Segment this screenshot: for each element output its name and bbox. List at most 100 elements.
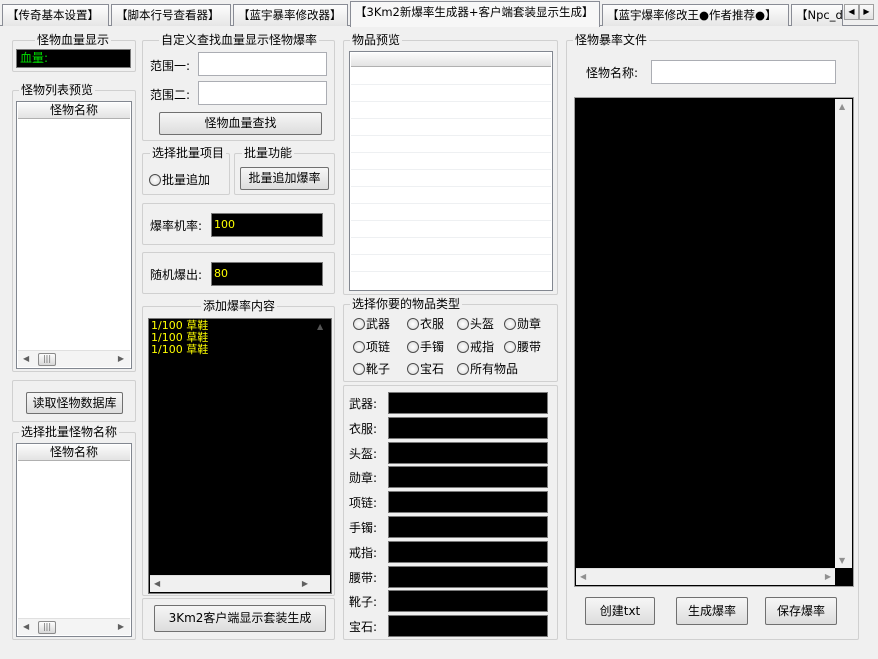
radio-circle-icon[interactable] <box>353 318 365 330</box>
item-field-input[interactable] <box>388 615 548 638</box>
random-drop-panel: 随机爆出: 80 <box>142 252 335 294</box>
item-field-input[interactable] <box>388 540 548 563</box>
scroll-up-icon[interactable]: ▲ <box>839 102 845 111</box>
create-txt-button[interactable]: 创建txt <box>585 597 655 625</box>
read-monster-db-button[interactable]: 读取怪物数据库 <box>26 392 123 414</box>
tab-3km2-rate-generator[interactable]: 【3Km2新爆率生成器+客户端套装显示生成】 <box>350 1 600 27</box>
batch-append-radio[interactable]: 批量追加 <box>149 173 210 187</box>
type-label: 武器 <box>366 317 391 331</box>
random-drop-input[interactable]: 80 <box>211 262 323 286</box>
radio-circle-icon[interactable] <box>353 341 365 353</box>
type-label: 手镯 <box>420 340 445 354</box>
type-radio-belt[interactable]: 腰带 <box>504 340 541 354</box>
type-radio-ring[interactable]: 戒指 <box>457 340 494 354</box>
radio-circle-icon[interactable] <box>504 341 516 353</box>
monster-hp-find-button[interactable]: 怪物血量查找 <box>159 112 322 135</box>
item-field-input[interactable] <box>388 491 548 514</box>
add-content-vscroll[interactable]: ▲ <box>313 320 330 575</box>
scroll-left-icon[interactable]: ◀ <box>154 579 160 588</box>
monster-list[interactable]: 怪物名称 ◀ ||| ▶ <box>16 101 132 369</box>
batch-func-title: 批量功能 <box>242 146 295 160</box>
custom-find-panel: 自定义查找血量显示怪物爆率 范围一: 范围二: 怪物血量查找 <box>142 33 335 141</box>
item-field-input[interactable] <box>388 392 548 414</box>
radio-circle-icon[interactable] <box>407 363 419 375</box>
monster-file-hscroll[interactable]: ◀ ▶ <box>576 568 835 585</box>
scroll-right-icon[interactable]: ▶ <box>825 572 831 581</box>
generate-rate-button[interactable]: 生成爆率 <box>676 597 748 625</box>
radio-circle-icon[interactable] <box>353 363 365 375</box>
type-radio-gem[interactable]: 宝石 <box>407 362 444 376</box>
batch-add-rate-button[interactable]: 批量追加爆率 <box>240 167 329 190</box>
range2-input[interactable] <box>198 81 327 105</box>
add-content-hscroll[interactable]: ◀ ▶ <box>150 575 330 592</box>
scroll-right-icon[interactable]: ▶ <box>302 579 308 588</box>
type-radio-all[interactable]: 所有物品 <box>457 362 518 376</box>
item-types-panel: 选择你要的物品类型 武器 衣服 头盔 勋章 项链 手镯 戒指 腰带 靴子 宝石 … <box>343 297 558 382</box>
monster-file-textarea[interactable]: ▲ ▼ ◀ ▶ <box>574 97 854 587</box>
monster-list-title: 怪物列表预览 <box>19 83 96 97</box>
custom-find-title: 自定义查找血量显示怪物爆率 <box>159 33 320 47</box>
item-field-input[interactable] <box>388 565 548 588</box>
scroll-left-icon[interactable]: ◀ <box>580 572 586 581</box>
monster-file-panel: 怪物暴率文件 怪物名称: ▲ ▼ ◀ ▶ 创建txt 生成爆率 保存爆率 <box>566 33 859 640</box>
type-radio-medal[interactable]: 勋章 <box>504 317 541 331</box>
random-drop-label: 随机爆出: <box>150 268 203 282</box>
type-radio-helmet[interactable]: 头盔 <box>457 317 494 331</box>
save-rate-button[interactable]: 保存爆率 <box>765 597 837 625</box>
monster-hp-display: 血量: <box>16 49 131 68</box>
item-field-input[interactable] <box>388 516 548 538</box>
item-field-input[interactable] <box>388 466 548 489</box>
monster-name-input[interactable] <box>651 60 836 84</box>
monster-file-vscroll[interactable]: ▲ ▼ <box>835 99 852 568</box>
client-suit-gen-button[interactable]: 3Km2客户端显示套装生成 <box>154 605 326 632</box>
type-label: 头盔 <box>470 317 495 331</box>
item-preview-list[interactable] <box>349 51 553 291</box>
item-field-input[interactable] <box>388 441 548 464</box>
type-label: 戒指 <box>470 340 495 354</box>
item-field-input[interactable] <box>388 590 548 613</box>
type-radio-necklace[interactable]: 项链 <box>353 340 390 354</box>
radio-circle-icon[interactable] <box>457 341 469 353</box>
scroll-right-icon[interactable]: ▶ <box>118 354 124 363</box>
radio-circle-icon[interactable] <box>407 341 419 353</box>
item-field-input[interactable] <box>388 416 548 439</box>
tab-script-line-viewer[interactable]: 【脚本行号查看器】 <box>111 4 231 26</box>
item-field-label: 手镯: <box>349 521 378 535</box>
tab-scroll-right-icon[interactable]: ▶ <box>859 4 874 20</box>
range1-input[interactable] <box>198 52 327 76</box>
scroll-thumb[interactable]: ||| <box>38 621 56 634</box>
type-radio-weapon[interactable]: 武器 <box>353 317 390 331</box>
batch-monster-list[interactable]: 怪物名称 ◀ ||| ▶ <box>16 443 132 637</box>
radio-circle-icon[interactable] <box>149 174 161 186</box>
type-radio-bracelet[interactable]: 手镯 <box>407 340 444 354</box>
client-gen-panel: 3Km2客户端显示套装生成 <box>142 598 335 640</box>
drop-rate-input[interactable]: 100 <box>211 213 323 237</box>
type-radio-clothes[interactable]: 衣服 <box>407 317 444 331</box>
batch-monster-header: 怪物名称 <box>18 445 130 461</box>
tab-legend-basic-settings[interactable]: 【传奇基本设置】 <box>2 4 109 26</box>
tab-lanyu-rate-editor[interactable]: 【蓝宇暴率修改器】 <box>233 4 348 26</box>
scroll-right-icon[interactable]: ▶ <box>118 622 124 631</box>
monster-list-hscroll[interactable]: ◀ ||| ▶ <box>18 350 130 367</box>
tab-lanyu-rate-king[interactable]: 【蓝宇爆率修改王●作者推荐●】 <box>602 4 789 26</box>
radio-circle-icon[interactable] <box>457 363 469 375</box>
tab-scroll-left-icon[interactable]: ◀ <box>844 4 859 20</box>
add-content-textarea[interactable]: 1/100 草鞋 1/100 草鞋 1/100 草鞋 ▲ ◀ ▶ <box>148 318 332 594</box>
scroll-up-icon[interactable]: ▲ <box>317 322 323 331</box>
monster-list-header: 怪物名称 <box>18 103 130 119</box>
scroll-left-icon[interactable]: ◀ <box>23 354 29 363</box>
radio-circle-icon[interactable] <box>407 318 419 330</box>
radio-circle-icon[interactable] <box>504 318 516 330</box>
scroll-thumb[interactable]: ||| <box>38 353 56 366</box>
tab-npc[interactable]: 【Npc_d <box>791 4 843 26</box>
radio-circle-icon[interactable] <box>457 318 469 330</box>
batch-monster-hscroll[interactable]: ◀ ||| ▶ <box>18 618 130 635</box>
item-field-label: 勋章: <box>349 471 378 486</box>
scroll-left-icon[interactable]: ◀ <box>23 622 29 631</box>
type-label: 靴子 <box>366 362 391 376</box>
type-radio-boots[interactable]: 靴子 <box>353 362 390 376</box>
scroll-down-icon[interactable]: ▼ <box>839 556 845 565</box>
batch-monster-panel: 选择批量怪物名称 怪物名称 ◀ ||| ▶ <box>12 425 136 640</box>
drop-rate-panel: 爆率机率: 100 <box>142 203 335 245</box>
read-db-panel: 读取怪物数据库 <box>12 380 136 422</box>
